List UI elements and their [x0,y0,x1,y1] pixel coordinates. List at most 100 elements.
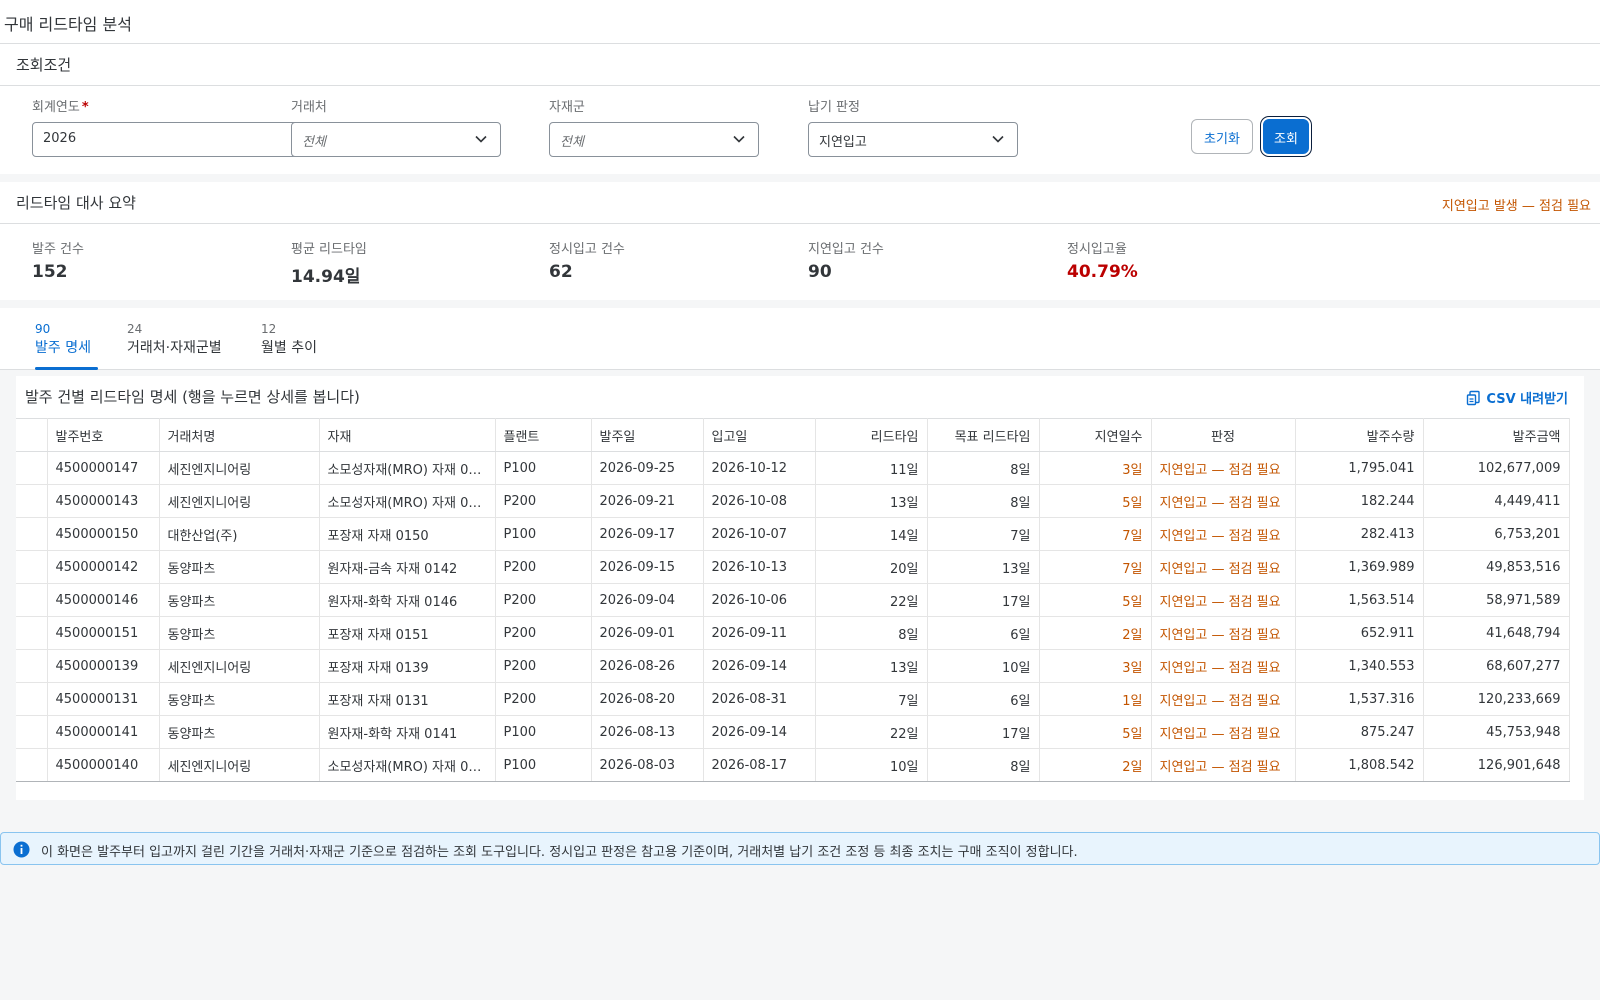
table-cell: 대한산업(주) [159,517,320,551]
delivery-status-select[interactable]: 지연입고 [808,122,1018,157]
table-cell: 포장재 자재 0151 [319,616,496,650]
kpi-label: 지연입고 건수 [808,242,884,257]
table-cell: 8일 [927,484,1040,518]
row-selector[interactable] [16,517,48,551]
table-cell: P200 [495,649,592,683]
table-cell: 2026-09-01 [591,616,704,650]
table-cell: 2026-10-08 [703,484,816,518]
tab-count: 24 [127,322,143,336]
column-header[interactable]: 판정 [1151,418,1296,452]
table-cell: 1일 [1039,682,1152,716]
row-selector[interactable] [16,682,48,716]
table-cell: 세진엔지니어링 [159,451,320,485]
table-cell: 4500000140 [47,748,160,782]
table-cell: P200 [495,682,592,716]
tab-monthly-trend[interactable]: 12 월별 추이 [261,322,331,370]
column-header[interactable]: 플랜트 [495,418,592,452]
table-cell: 동양파츠 [159,550,320,584]
table-cell: 8일 [927,748,1040,782]
table-row[interactable]: 4500000150 대한산업(주) 포장재 자재 0150 P100 2026-09-… [16,517,1570,551]
tab-bar: 90 발주 명세 24 거래처·자재군별 12 월별 추이 [0,308,1600,370]
column-header[interactable]: 발주일 [591,418,704,452]
table-cell: 2026-08-03 [591,748,704,782]
table-row[interactable]: 4500000146 동양파츠 원자재-화학 자재 0146 P200 2026-09-… [16,583,1570,617]
table-cell: 2026-10-12 [703,451,816,485]
column-header[interactable]: 입고일 [703,418,816,452]
table-cell: 1,369.989 [1295,550,1424,584]
table-cell: 2026-10-13 [703,550,816,584]
row-selector[interactable] [16,550,48,584]
column-header[interactable]: 지연일수 [1039,418,1152,452]
row-selector-header [16,418,48,452]
tab-label: 발주 명세 [35,340,91,356]
column-header[interactable]: 자재 [319,418,496,452]
row-selector[interactable] [16,484,48,518]
fiscal-year-input[interactable]: 2026 [32,122,306,157]
column-header[interactable]: 발주금액 [1423,418,1570,452]
column-header[interactable]: 발주수량 [1295,418,1424,452]
kpi-ontime-count: 정시입고 건수 62 [549,238,625,282]
column-header[interactable]: 거래처명 [159,418,320,452]
table-title: 발주 건별 리드타임 명세 (행을 누르면 상세를 봅니다) [25,388,360,406]
table-cell: 4,449,411 [1423,484,1570,518]
info-message: 이 화면은 발주부터 입고까지 걸린 기간을 거래처·자재군 기준으로 점검하는… [0,832,1600,865]
kpi-label: 평균 리드타임 [291,242,367,257]
row-selector[interactable] [16,649,48,683]
table-cell: 13일 [815,649,928,683]
tab-label: 월별 추이 [261,340,317,356]
table-cell: 4500000139 [47,649,160,683]
table-cell: 17일 [927,583,1040,617]
kpi-label: 정시입고 건수 [549,242,625,257]
table-cell: 4500000151 [47,616,160,650]
table-cell: 22일 [815,583,928,617]
row-selector[interactable] [16,451,48,485]
table-row[interactable]: 4500000147 세진엔지니어링 소모성자재(MRO) 자재 0147 P100 2… [16,451,1570,485]
table-cell: 875.247 [1295,715,1424,749]
tab-vendor-material[interactable]: 24 거래처·자재군별 [127,322,237,370]
tab-label: 거래처·자재군별 [127,340,222,356]
reset-button[interactable]: 초기화 [1191,119,1253,154]
table-cell: 282.413 [1295,517,1424,551]
row-selector[interactable] [16,748,48,782]
table-row[interactable]: 4500000139 세진엔지니어링 포장재 자재 0139 P200 2026-08-… [16,649,1570,683]
table-row[interactable]: 4500000140 세진엔지니어링 소모성자재(MRO) 자재 0140 P100 2… [16,748,1570,782]
table-cell: 7일 [927,517,1040,551]
table-cell: 지연입고 — 점검 필요 [1151,550,1296,584]
download-icon [1467,390,1481,406]
row-selector[interactable] [16,583,48,617]
table-row[interactable]: 4500000141 동양파츠 원자재-화학 자재 0141 P100 2026-08-… [16,715,1570,749]
table-cell: 41,648,794 [1423,616,1570,650]
table-cell: 소모성자재(MRO) 자재 0140 [319,748,496,782]
table-cell: 지연입고 — 점검 필요 [1151,517,1296,551]
table-cell: 2026-08-26 [591,649,704,683]
table-row[interactable]: 4500000151 동양파츠 포장재 자재 0151 P200 2026-09-01 2… [16,616,1570,650]
row-selector[interactable] [16,616,48,650]
table-header-row: 발주번호 거래처명 자재 플랜트 발주일 입고일 리드타임 목표 리드타임 지연일수 판정 발주수량… [16,418,1570,452]
table-row[interactable]: 4500000142 동양파츠 원자재-금속 자재 0142 P200 2026-09-… [16,550,1570,584]
material-group-select-value: 전체 [560,135,584,150]
table-cell: 세진엔지니어링 [159,649,320,683]
csv-download-label: CSV 내려받기 [1486,392,1568,407]
search-button[interactable]: 조회 [1263,119,1309,154]
column-header[interactable]: 발주번호 [47,418,160,452]
table-cell: 7일 [1039,517,1152,551]
table-cell: P200 [495,616,592,650]
column-header[interactable]: 리드타임 [815,418,928,452]
table-cell: 7일 [815,682,928,716]
table-row[interactable]: 4500000143 세진엔지니어링 소모성자재(MRO) 자재 0143 P200 2… [16,484,1570,518]
delivery-status-field: 납기 판정 지연입고 [808,96,1018,157]
kpi-value: 40.79% [1067,262,1138,282]
kpi-ontime-rate: 정시입고율 40.79% [1067,238,1138,282]
column-header[interactable]: 목표 리드타임 [927,418,1040,452]
chevron-down-icon [992,135,1004,143]
row-selector[interactable] [16,715,48,749]
csv-download-link[interactable]: CSV 내려받기 [1466,388,1568,407]
table-cell: 지연입고 — 점검 필요 [1151,616,1296,650]
tab-po-details[interactable]: 90 발주 명세 [35,322,98,370]
table-cell: 지연입고 — 점검 필요 [1151,682,1296,716]
table-row[interactable]: 4500000131 동양파츠 포장재 자재 0131 P200 2026-08-20 2… [16,682,1570,716]
vendor-select[interactable]: 전체 [291,122,501,157]
table-cell: 3일 [1039,649,1152,683]
material-group-select[interactable]: 전체 [549,122,759,157]
info-icon [13,841,30,858]
